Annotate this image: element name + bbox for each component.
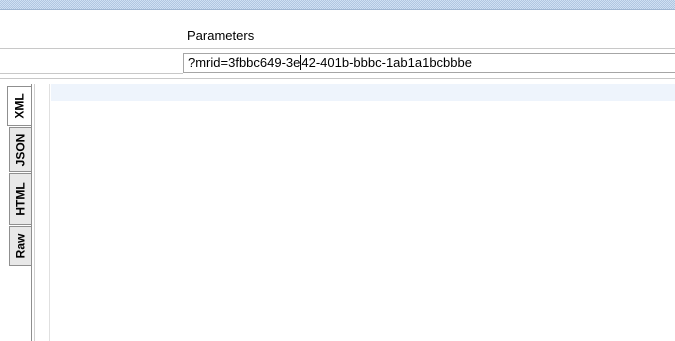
title-bar-divider (0, 9, 675, 10)
tab-json-label: JSON (13, 133, 28, 166)
current-line-highlight (51, 84, 675, 101)
tabstrip-border (31, 84, 32, 341)
tab-xml-label: XML (12, 93, 27, 119)
editor-gutter (35, 84, 50, 341)
parameters-label: Parameters (187, 28, 255, 43)
response-view-tabs: XML JSON HTML Raw (5, 84, 33, 341)
window-title-bar[interactable] (0, 0, 675, 9)
parameters-input[interactable]: ?mrid=3fbbc649-3e42-401b-bbbc-1ab1a1bcbb… (183, 53, 675, 73)
section-divider (0, 78, 675, 79)
tab-raw-label: Raw (13, 233, 28, 259)
header-divider (0, 48, 675, 49)
tab-json[interactable]: JSON (9, 127, 31, 172)
left-cell-border (0, 73, 183, 74)
response-editor[interactable] (34, 84, 675, 341)
tab-raw[interactable]: Raw (9, 226, 31, 266)
tab-xml[interactable]: XML (7, 86, 31, 126)
parameters-value-start: ?mrid=3fbbc649-3e (188, 55, 301, 70)
tab-html-label: HTML (13, 182, 28, 216)
parameters-value-end: 42-401b-bbbc-1ab1a1bcbbbe (301, 55, 472, 70)
tab-html[interactable]: HTML (9, 173, 31, 225)
